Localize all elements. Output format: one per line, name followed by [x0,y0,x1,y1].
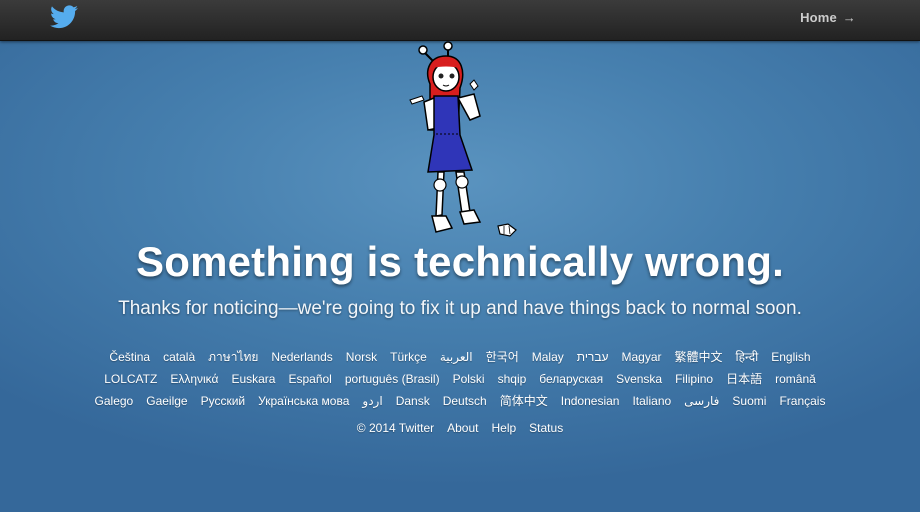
language-link[interactable]: Français [779,390,825,412]
language-link[interactable]: 繁體中文 [675,346,723,368]
language-link[interactable]: Dansk [396,390,430,412]
language-link[interactable]: English [771,346,810,368]
language-link[interactable]: Polski [453,368,485,390]
language-link[interactable]: Türkçe [390,346,427,368]
language-link[interactable]: shqip [498,368,527,390]
language-link[interactable]: فارسی [684,390,719,412]
language-link[interactable]: Svenska [616,368,662,390]
about-link[interactable]: About [447,418,478,438]
language-link[interactable]: română [775,368,816,390]
language-link[interactable]: ภาษาไทย [208,346,258,368]
language-link[interactable]: 한국어 [486,346,519,368]
twitter-bird-icon[interactable] [50,5,78,29]
language-link[interactable]: Nederlands [271,346,332,368]
home-link-label: Home [800,10,837,25]
language-link[interactable]: português (Brasil) [345,368,440,390]
footer: © 2014 Twitter About Help Status [0,418,920,438]
top-bar: Home → [0,0,920,41]
robot-girl-illustration [409,41,517,237]
help-link[interactable]: Help [491,418,516,438]
language-link[interactable]: Magyar [622,346,662,368]
language-row: Galego Gaeilge Русский Українська мова ا… [0,390,920,412]
copyright-text: © 2014 Twitter [356,421,435,435]
language-selector: Čeština català ภาษาไทย Nederlands Norsk … [0,346,920,412]
language-link[interactable]: Ελληνικά [170,368,218,390]
language-link[interactable]: العربية [440,346,473,368]
language-link[interactable]: català [163,346,195,368]
language-link[interactable]: LOLCATZ [104,368,157,390]
language-row: Čeština català ภาษาไทย Nederlands Norsk … [0,346,920,368]
language-link[interactable]: Čeština [109,346,150,368]
error-headline: Something is technically wrong. [136,238,784,285]
language-link[interactable]: Filipino [675,368,713,390]
language-link[interactable]: Español [288,368,331,390]
language-link[interactable]: עברית [577,346,609,368]
status-link[interactable]: Status [529,418,563,438]
language-link[interactable]: Galego [95,390,134,412]
language-link[interactable]: Deutsch [443,390,487,412]
error-message: Thanks for noticing—we're going to fix i… [118,298,802,319]
language-link[interactable]: Русский [201,390,246,412]
language-link[interactable]: 日本語 [726,368,762,390]
language-link[interactable]: Malay [532,346,564,368]
language-link[interactable]: Gaeilge [146,390,187,412]
home-link[interactable]: Home → [800,10,856,25]
language-link[interactable]: 简体中文 [500,390,548,412]
language-link[interactable]: Norsk [346,346,377,368]
language-link[interactable]: Italiano [632,390,671,412]
arrow-right-icon: → [842,10,856,25]
language-link[interactable]: اردو [362,390,382,412]
language-link[interactable]: Euskara [231,368,275,390]
language-row: LOLCATZ Ελληνικά Euskara Español portugu… [0,368,920,390]
language-link[interactable]: беларуская [539,368,603,390]
language-link[interactable]: Indonesian [561,390,620,412]
language-link[interactable]: Українська мова [258,390,349,412]
language-link[interactable]: Suomi [732,390,766,412]
language-link[interactable]: हिन्दी [736,346,759,368]
